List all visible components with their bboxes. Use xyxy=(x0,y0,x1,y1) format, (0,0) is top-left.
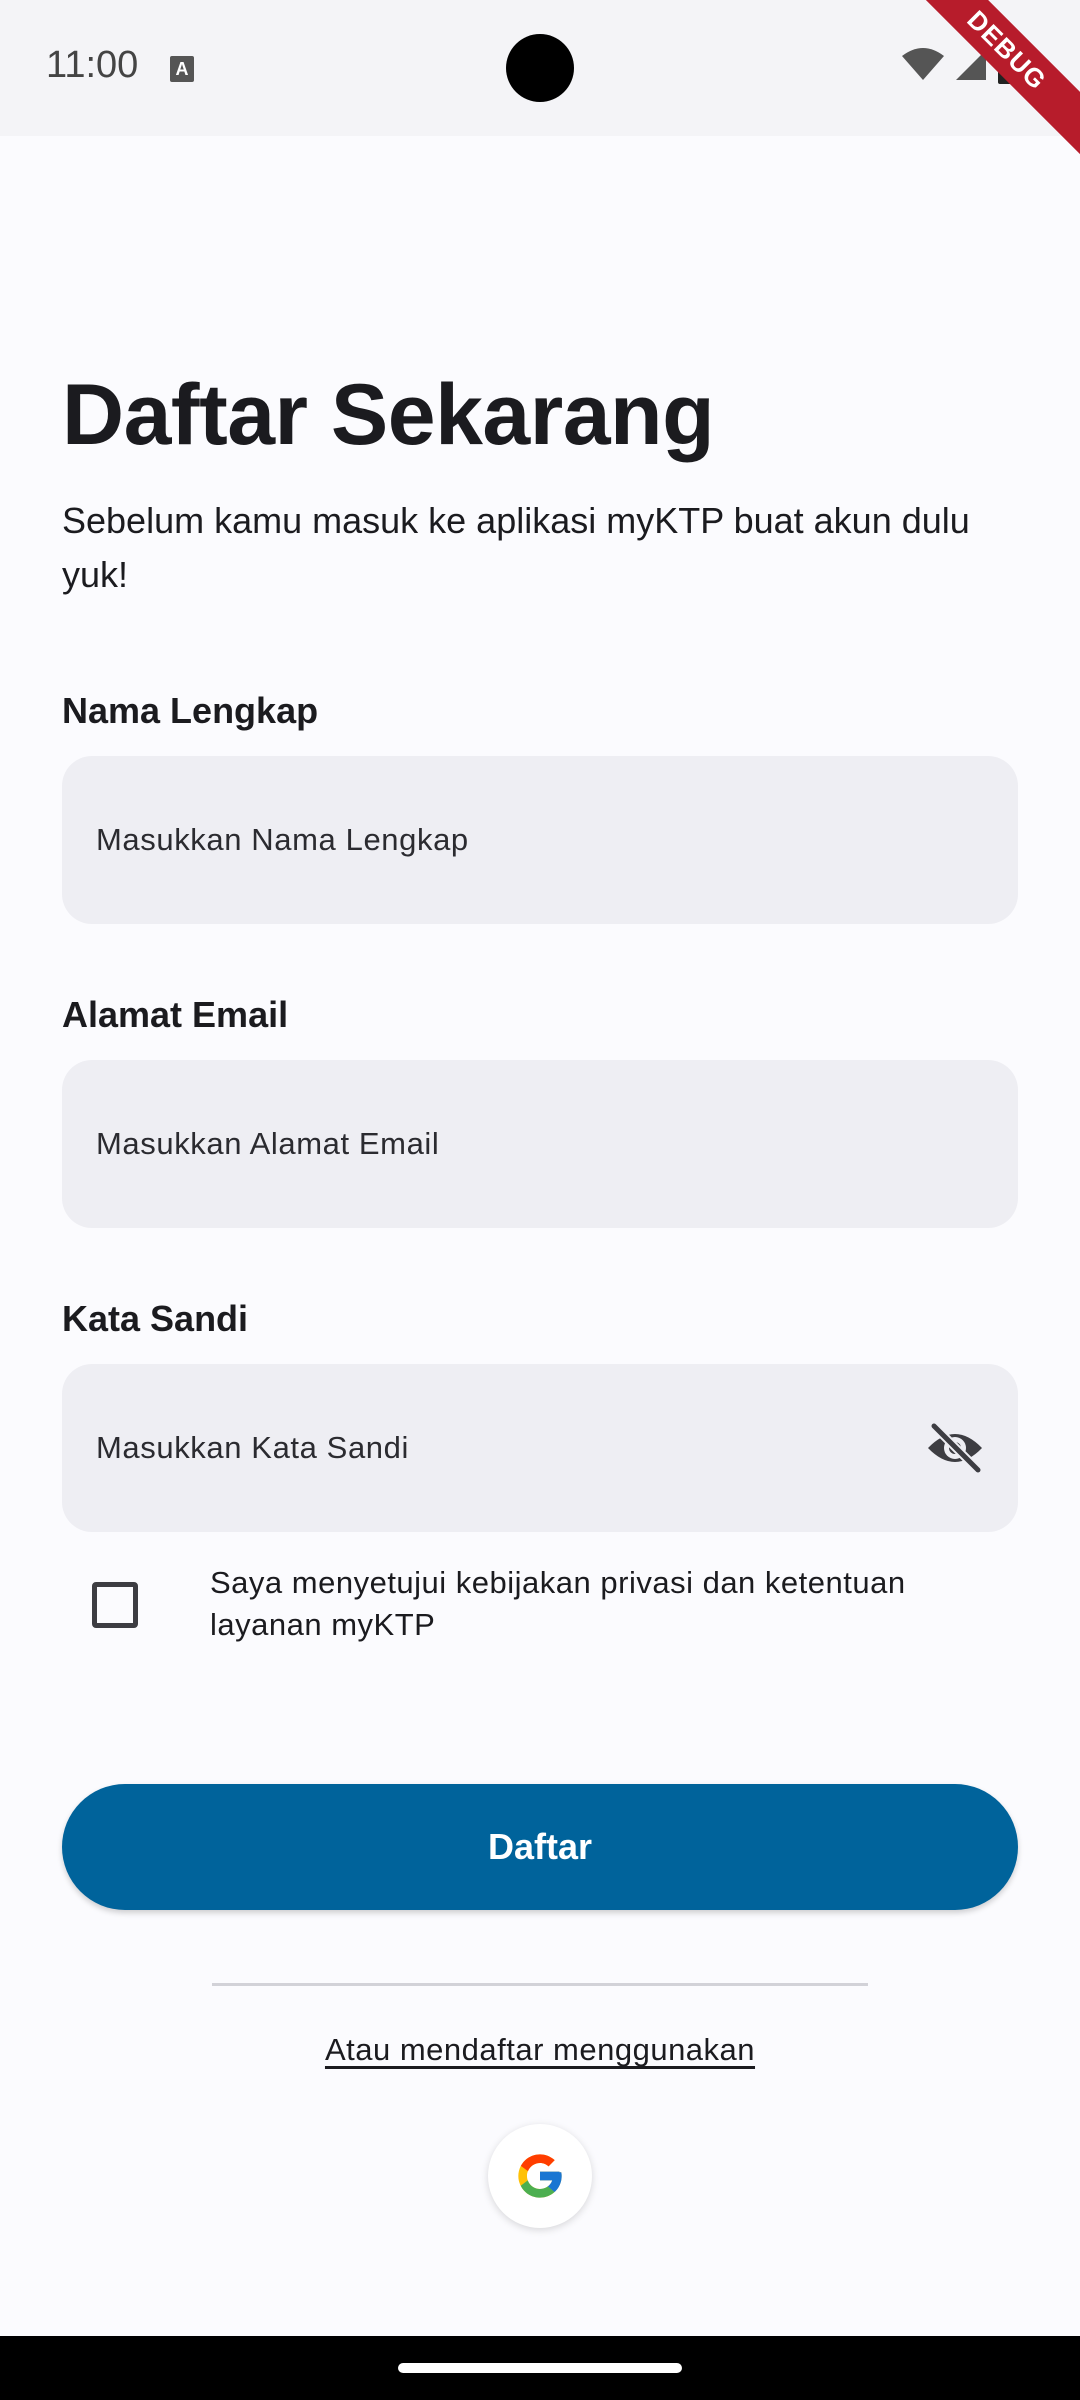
register-button[interactable]: Daftar xyxy=(62,1784,1018,1910)
alternative-signup-text: Atau mendaftar menggunakan xyxy=(0,2032,1080,2068)
page-subtitle: Sebelum kamu masuk ke aplikasi myKTP bua… xyxy=(62,500,970,595)
google-icon xyxy=(518,2154,562,2198)
home-gesture-handle[interactable] xyxy=(398,2363,682,2373)
agreement-label: Saya menyetujui kebijakan privasi dan ke… xyxy=(210,1565,906,1642)
google-signup-button[interactable] xyxy=(488,2124,592,2228)
register-screen: 11:00 A DEBUG Daftar Sekarang Sebelum ka… xyxy=(0,0,1080,2400)
status-bar: 11:00 A DEBUG xyxy=(0,0,1080,162)
divider xyxy=(212,1983,868,1986)
name-input[interactable] xyxy=(62,756,1018,924)
password-input[interactable] xyxy=(62,1364,1018,1532)
email-input[interactable] xyxy=(62,1060,1018,1228)
eye-off-icon[interactable] xyxy=(924,1422,986,1474)
wifi-icon xyxy=(902,48,944,80)
name-label: Nama Lengkap xyxy=(62,690,319,731)
alternative-signup-label[interactable]: Atau mendaftar menggunakan xyxy=(325,2032,755,2067)
agreement-checkbox[interactable] xyxy=(92,1582,138,1628)
camera-cutout xyxy=(506,34,574,102)
status-time: 11:00 xyxy=(46,44,139,86)
email-field[interactable] xyxy=(62,1060,1018,1228)
keyboard-a-icon: A xyxy=(170,56,194,82)
page-title: Daftar Sekarang xyxy=(62,367,715,463)
password-label: Kata Sandi xyxy=(62,1298,249,1339)
password-field[interactable] xyxy=(62,1364,1018,1532)
email-label: Alamat Email xyxy=(62,994,289,1035)
name-field[interactable] xyxy=(62,756,1018,924)
